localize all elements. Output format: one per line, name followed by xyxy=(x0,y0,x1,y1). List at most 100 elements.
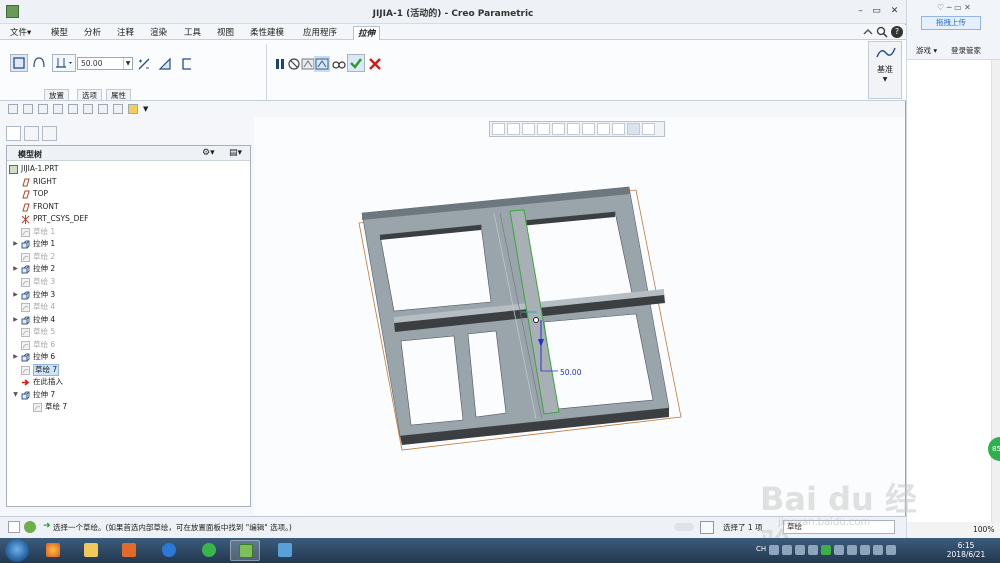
clock[interactable]: 6:15 2018/6/21 xyxy=(940,541,992,559)
taskbar-360-app[interactable] xyxy=(194,540,224,561)
tray-icon[interactable] xyxy=(782,545,793,555)
close-window-button[interactable]: ✕ xyxy=(889,6,900,16)
regenerate-icon[interactable] xyxy=(83,104,93,114)
close-icon[interactable] xyxy=(113,104,123,114)
tab-extrude[interactable]: 拉伸 xyxy=(353,26,381,40)
zoom-level[interactable]: 100% xyxy=(973,522,994,538)
start-button[interactable] xyxy=(5,539,29,562)
folder-icon[interactable] xyxy=(128,104,138,114)
tab-annotate[interactable]: 注释 xyxy=(113,26,138,40)
games-link[interactable]: 游戏 ▾ xyxy=(916,45,937,56)
tree-item[interactable]: 在此插入 xyxy=(7,376,247,388)
tree-item[interactable]: 草绘 4 xyxy=(7,301,247,313)
tree-item[interactable]: PRT_CSYS_DEF xyxy=(7,213,247,225)
taskbar-explorer-app[interactable] xyxy=(76,540,106,561)
collapse-ribbon-icon[interactable] xyxy=(862,26,874,38)
tab-flexible-modeling[interactable]: 柔性建模 xyxy=(246,26,288,40)
tray-icon[interactable] xyxy=(821,545,832,555)
tree-item[interactable]: ▶ 拉伸 6 xyxy=(7,351,247,363)
expander-icon[interactable]: ▶ xyxy=(12,314,19,326)
toggle-navigator-icon[interactable] xyxy=(8,521,20,533)
tab-model[interactable]: 模型 xyxy=(47,26,72,40)
open-file-icon[interactable] xyxy=(23,104,33,114)
tab-render[interactable]: 渲染 xyxy=(146,26,171,40)
browser-toggle-icon[interactable] xyxy=(24,521,36,533)
flag-icon[interactable] xyxy=(860,545,871,555)
tree-item[interactable]: ▶ 拉伸 2 xyxy=(7,263,247,275)
tray-icon[interactable] xyxy=(795,545,806,555)
network-icon[interactable] xyxy=(834,545,845,555)
tree-item[interactable]: ▼ 拉伸 7 xyxy=(7,389,247,401)
subtab-placement[interactable]: 放置 xyxy=(44,89,69,100)
windows-icon[interactable] xyxy=(98,104,108,114)
subtab-options[interactable]: 选项 xyxy=(77,89,102,100)
model-view[interactable]: 50.00 xyxy=(254,117,905,515)
maximize-button[interactable]: ▭ xyxy=(871,6,882,16)
cancel-x-icon[interactable] xyxy=(367,56,383,72)
tree-item[interactable]: RIGHT xyxy=(7,176,247,188)
view-manager-icon[interactable] xyxy=(582,123,595,135)
tree-item[interactable]: ▶ 拉伸 1 xyxy=(7,238,247,250)
taskbar-media-app[interactable] xyxy=(114,540,144,561)
tab-applications[interactable]: 应用程序 xyxy=(299,26,341,40)
tab-tools[interactable]: 工具 xyxy=(180,26,205,40)
browser-scrollbar[interactable] xyxy=(991,60,1000,538)
minimize-button[interactable]: – xyxy=(855,6,866,16)
annotation-display-icon[interactable] xyxy=(627,123,640,135)
preview-glasses-icon[interactable] xyxy=(331,56,347,72)
tray-icon[interactable] xyxy=(873,545,884,555)
zoom-in-icon[interactable] xyxy=(507,123,520,135)
tree-settings-icon[interactable]: ⚙▾ xyxy=(202,148,215,158)
tab-analysis[interactable]: 分析 xyxy=(80,26,105,40)
flip-direction-icon[interactable] xyxy=(136,56,152,72)
browser-window-controls[interactable]: ♡ ─ ▭ ✕ xyxy=(937,3,971,12)
thicken-sketch-icon[interactable] xyxy=(179,56,195,72)
tree-item[interactable]: 草绘 1 xyxy=(7,226,247,238)
taskbar-cloud-app[interactable] xyxy=(154,540,184,561)
new-file-icon[interactable] xyxy=(8,104,18,114)
tree-columns-icon[interactable]: ▤▾ xyxy=(229,148,242,158)
tree-item[interactable]: 草绘 7 xyxy=(7,401,247,413)
tree-item[interactable]: FRONT xyxy=(7,201,247,213)
tree-item[interactable]: 草绘 3 xyxy=(7,276,247,288)
saved-orientations-icon[interactable] xyxy=(567,123,580,135)
dimension-label[interactable]: 50.00 xyxy=(560,368,582,377)
tab-file[interactable]: 文件▾ xyxy=(6,26,35,40)
expander-icon[interactable]: ▼ xyxy=(12,389,19,401)
tree-item[interactable]: 草绘 5 xyxy=(7,326,247,338)
undo-icon[interactable] xyxy=(53,104,63,114)
volume-icon[interactable] xyxy=(847,545,858,555)
subtab-properties[interactable]: 属性 xyxy=(106,89,131,100)
expander-icon[interactable]: ▶ xyxy=(12,351,19,363)
selection-filter[interactable]: 草绘 xyxy=(783,520,895,534)
tree-item[interactable]: 草绘 2 xyxy=(7,251,247,263)
tray-icon[interactable] xyxy=(886,545,897,555)
perspective-icon[interactable] xyxy=(597,123,610,135)
datum-display-icon[interactable] xyxy=(612,123,625,135)
remove-material-icon[interactable] xyxy=(157,56,173,72)
spin-center-icon[interactable] xyxy=(642,123,655,135)
datum-button[interactable]: 基准 ▼ xyxy=(868,41,902,99)
surface-extrude-button[interactable] xyxy=(30,54,48,72)
apply-ok-button[interactable] xyxy=(347,54,365,72)
tray-icon[interactable] xyxy=(769,545,780,555)
tree-item[interactable]: ▶ 拉伸 3 xyxy=(7,289,247,301)
taskbar-paint-app[interactable] xyxy=(270,540,300,561)
favorites-tab-icon[interactable] xyxy=(42,126,57,141)
depth-option-button[interactable] xyxy=(52,54,76,72)
solid-extrude-button[interactable] xyxy=(10,54,28,72)
customize-toolbar-icon[interactable]: ▼ xyxy=(143,104,151,116)
model-tree-tab-icon[interactable] xyxy=(6,126,21,141)
tree-item[interactable]: ▶ 拉伸 4 xyxy=(7,314,247,326)
folder-browser-tab-icon[interactable] xyxy=(24,126,39,141)
save-icon[interactable] xyxy=(38,104,48,114)
repaint-icon[interactable] xyxy=(537,123,550,135)
tray-icon[interactable] xyxy=(808,545,819,555)
graphics-area[interactable]: 50.00 xyxy=(254,117,905,515)
tree-item[interactable]: TOP xyxy=(7,188,247,200)
tree-item[interactable]: 草绘 7 xyxy=(7,363,247,376)
depth-value-input[interactable]: 50.00 ▼ xyxy=(77,57,133,70)
refit-icon[interactable] xyxy=(492,123,505,135)
zoom-out-icon[interactable] xyxy=(522,123,535,135)
login-manager-link[interactable]: 登录管家 xyxy=(951,45,981,56)
